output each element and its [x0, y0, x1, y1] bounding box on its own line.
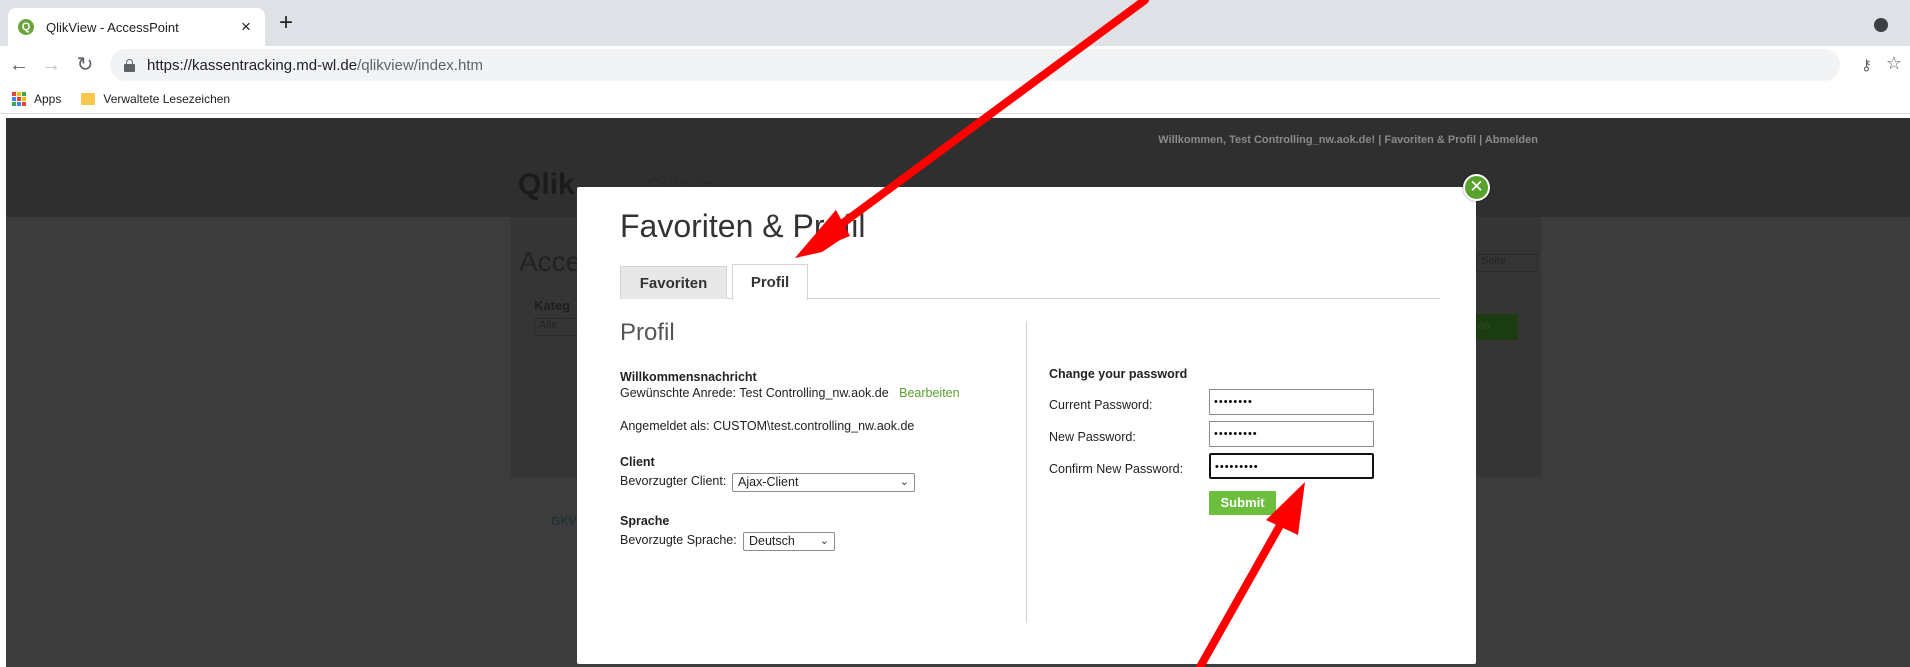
client-select[interactable]: Ajax-Client ⌄ [732, 473, 915, 492]
background-heading: Acce [519, 246, 582, 277]
background-page-select: Seite [1476, 254, 1538, 272]
client-heading: Client [620, 455, 655, 469]
forward-icon[interactable]: → [38, 52, 64, 78]
tab-profil[interactable]: Profil [732, 264, 808, 300]
language-select[interactable]: Deutsch ⌄ [743, 532, 835, 551]
client-label: Bevorzugter Client: [620, 474, 727, 488]
key-icon[interactable]: ⚷ [1861, 56, 1872, 74]
column-divider [1026, 321, 1027, 623]
bookmarks-bar: Apps Verwaltete Lesezeichen [0, 84, 1910, 114]
confirm-password-label: Confirm New Password: [1049, 462, 1184, 476]
edit-greeting-link[interactable]: Bearbeiten [899, 386, 959, 400]
tab-title: QlikView - AccessPoint [46, 19, 179, 35]
bookmark-star-icon[interactable]: ☆ [1886, 53, 1902, 74]
reload-icon[interactable]: ↻ [72, 52, 98, 78]
logged-in-as: Angemeldet als: CUSTOM\test.controlling_… [620, 419, 915, 433]
chevron-down-icon: ⌄ [819, 535, 829, 547]
tab-close-icon[interactable]: × [237, 17, 255, 37]
new-password-input[interactable]: ••••••••• [1209, 421, 1374, 447]
address-bar[interactable]: https://kassentracking.md-wl.de/qlikview… [110, 49, 1840, 81]
browser-tab-strip: Q QlikView - AccessPoint × + [0, 0, 1910, 46]
browser-tab[interactable]: Q QlikView - AccessPoint × [8, 8, 265, 46]
greeting-row: Gewünschte Anrede: Test Controlling_nw.a… [620, 386, 960, 400]
qlik-logo: Qlik [518, 168, 575, 201]
confirm-password-input[interactable]: ••••••••• [1209, 453, 1374, 479]
dialog-tabs: Favoriten Profil [620, 264, 1440, 300]
background-category-label: Kateg [534, 298, 571, 313]
lock-icon [124, 58, 135, 72]
back-icon[interactable]: ← [6, 52, 32, 78]
dialog-title: Favoriten & Profil [620, 208, 866, 244]
language-heading: Sprache [620, 514, 670, 528]
language-label: Bevorzugte Sprache: [620, 533, 737, 547]
client-select-value: Ajax-Client [738, 475, 799, 489]
current-password-input[interactable]: •••••••• [1209, 389, 1374, 415]
favorites-profile-dialog: Favoriten & Profil Favoriten Profil Prof… [577, 187, 1476, 664]
submit-button[interactable]: Submit [1209, 491, 1276, 515]
browser-toolbar: ← → ↻ https://kassentracking.md-wl.de/ql… [0, 46, 1910, 84]
url-path: /qlikview/index.htm [357, 56, 483, 74]
greeting-label: Gewünschte Anrede: Test Controlling_nw.a… [620, 386, 889, 400]
chevron-down-icon: ⌄ [899, 476, 909, 488]
bookmark-apps[interactable]: Apps [34, 92, 61, 106]
profile-icon[interactable] [1874, 18, 1888, 32]
welcome-message-heading: Willkommensnachricht [620, 370, 757, 384]
close-icon[interactable]: ✕ [1463, 174, 1490, 201]
apps-grid-icon [12, 91, 26, 106]
welcome-bar: Willkommen, Test Controlling_nw.aok.de! … [1158, 134, 1538, 146]
change-password-heading: Change your password [1049, 367, 1188, 381]
language-select-value: Deutsch [749, 534, 795, 548]
new-tab-button[interactable]: + [272, 10, 300, 38]
tab-favoriten[interactable]: Favoriten [620, 266, 727, 299]
url-host: https://kassentracking.md-wl.de [147, 56, 358, 74]
bookmark-managed[interactable]: Verwaltete Lesezeichen [103, 92, 230, 106]
background-document-link: GKV [551, 514, 577, 528]
new-password-label: New Password: [1049, 430, 1136, 444]
qlik-favicon-icon: Q [18, 19, 34, 35]
profile-heading: Profil [620, 319, 675, 346]
current-password-label: Current Password: [1049, 398, 1153, 412]
folder-icon [81, 92, 96, 105]
